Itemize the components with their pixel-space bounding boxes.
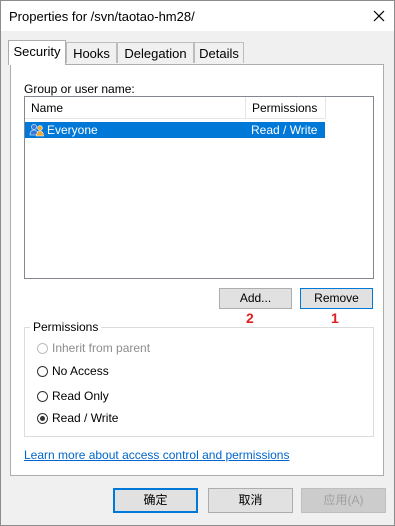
column-permissions-label: Permissions [252,101,318,115]
radio-read-only[interactable]: Read Only [37,388,109,404]
group-or-user-label: Group or user name: [24,82,135,96]
tab-delegation-label: Delegation [124,46,187,61]
table-row[interactable]: Everyone Read / Write [25,122,325,138]
radio-no-access[interactable]: No Access [37,363,109,379]
users-group-icon [29,124,44,137]
annotation-2: 2 [246,310,254,326]
radio-inherit-from-parent: Inherit from parent [37,340,150,356]
window-title: Properties for /svn/taotao-hm28/ [9,9,195,24]
tab-security[interactable]: Security [8,40,66,65]
close-button[interactable] [364,1,394,31]
learn-more-link[interactable]: Learn more about access control and perm… [24,448,289,462]
apply-button: 应用(A) [301,488,386,513]
tab-details-label: Details [199,46,239,61]
permissions-group-title: Permissions [30,320,102,334]
radio-read-write[interactable]: Read / Write [37,410,118,426]
column-header-permissions[interactable]: Permissions [246,97,326,119]
title-bar: Properties for /svn/taotao-hm28/ [1,1,394,31]
row-permissions: Read / Write [251,123,318,137]
radio-label: Inherit from parent [52,341,151,355]
radio-button-icon [37,365,48,377]
tab-delegation[interactable]: Delegation [117,42,194,63]
user-list[interactable]: Name Permissions Everyone Read / Write [24,96,374,279]
security-panel: Group or user name: Name Permissions Eve… [10,64,384,476]
radio-button-checked-icon [37,412,48,424]
annotation-1: 1 [331,310,339,326]
ok-button[interactable]: 确定 [113,488,198,513]
remove-button[interactable]: Remove [300,288,373,309]
tab-hooks[interactable]: Hooks [66,42,117,63]
radio-label: Read Only [52,389,109,403]
tab-details[interactable]: Details [194,42,244,63]
row-name: Everyone [47,123,98,137]
permissions-group: Permissions Inherit from parent No Acces… [24,320,374,437]
tab-security-label: Security [13,44,61,59]
column-name-label: Name [31,101,64,115]
cancel-button[interactable]: 取消 [208,488,293,513]
radio-button-icon [37,342,48,354]
radio-label: No Access [52,364,109,378]
radio-label: Read / Write [52,411,119,425]
column-header-name[interactable]: Name [25,97,246,119]
tab-hooks-label: Hooks [73,46,110,61]
properties-dialog: Properties for /svn/taotao-hm28/ Securit… [0,0,395,526]
close-icon [373,10,385,22]
radio-button-icon [37,390,48,402]
add-button[interactable]: Add... [219,288,292,309]
